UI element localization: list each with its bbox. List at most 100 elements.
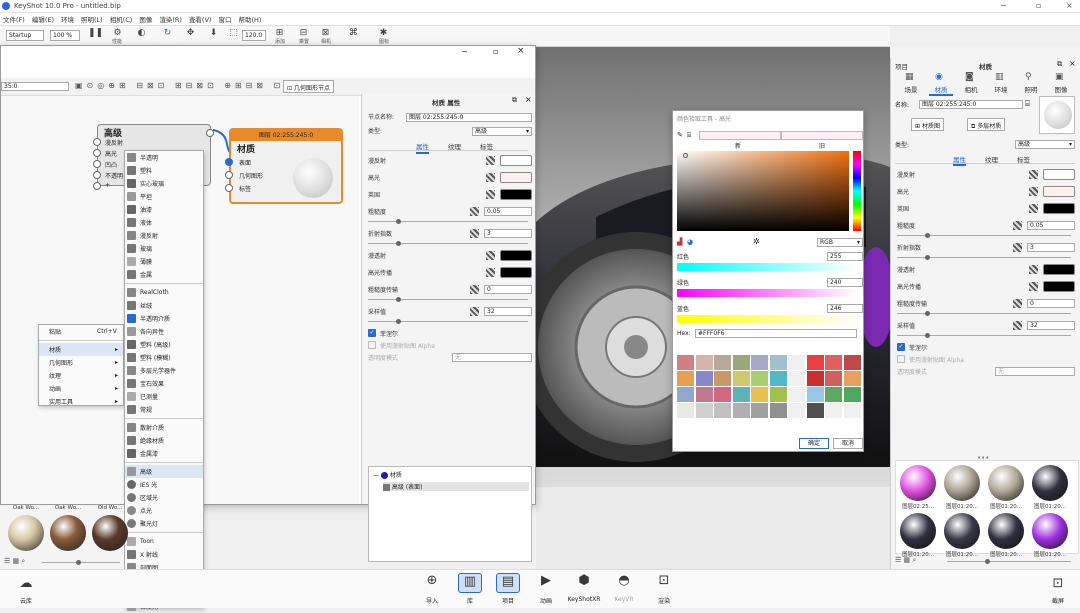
rp-tab-icon[interactable]: ◙ <box>965 72 974 82</box>
refresh-icon[interactable]: ↻ <box>160 28 175 38</box>
submenu-item[interactable]: 油漆 <box>125 203 203 216</box>
advanced-input-port[interactable] <box>93 182 101 190</box>
submenu-item[interactable]: 塑料 (高级) <box>125 338 203 351</box>
graph-search-input[interactable]: 35:0 <box>1 82 69 91</box>
slider-knob[interactable] <box>396 241 401 246</box>
material-thumbnail[interactable] <box>900 513 936 549</box>
menu-item[interactable]: 相机(C) <box>110 14 133 24</box>
thumb-slider[interactable] <box>42 562 120 563</box>
context-menu-item[interactable]: 动画 ▸ <box>39 382 123 395</box>
minimize-icon[interactable]: − <box>461 47 468 56</box>
view-toggle-icons[interactable]: ☰ ▦ ⌕ <box>895 556 916 565</box>
slider-knob[interactable] <box>925 255 930 260</box>
advanced-input-port[interactable] <box>93 160 101 168</box>
color-swatch[interactable] <box>751 371 768 386</box>
value-input[interactable]: 3 <box>484 229 532 238</box>
context-menu-item[interactable]: 实用工具 ▸ <box>39 395 123 408</box>
panel-close-icon[interactable]: × <box>1069 59 1076 68</box>
tree-child[interactable]: 高级 (表面) <box>383 482 529 491</box>
color-swatch[interactable] <box>732 403 750 418</box>
red-input[interactable]: 255 <box>827 252 863 261</box>
color-swatch[interactable] <box>825 403 842 418</box>
maximize-icon[interactable]: ▫ <box>493 47 498 56</box>
bottom-tool-icon[interactable]: ⊡ <box>652 573 676 593</box>
performance-icon[interactable]: ⚙ <box>110 28 125 38</box>
value-input[interactable]: 0.05 <box>484 207 532 216</box>
bottom-tool-icon[interactable]: ◓ <box>612 573 636 593</box>
tab-properties[interactable]: 属性 <box>416 141 429 154</box>
workspace-select[interactable]: Startup <box>6 30 44 41</box>
tool-icon[interactable]: ⌘ <box>346 28 361 38</box>
bottom-tool-icon[interactable]: ▶ <box>534 573 558 593</box>
library-thumbnail[interactable] <box>8 515 44 551</box>
color-swatch[interactable] <box>1043 186 1075 197</box>
palette-icon[interactable]: ▟ <box>677 238 682 246</box>
texture-map-icon[interactable] <box>470 307 479 316</box>
value-input[interactable]: 32 <box>1027 321 1075 330</box>
value-input[interactable]: 32 <box>484 307 532 316</box>
value-slider[interactable] <box>368 321 528 322</box>
texture-map-icon[interactable] <box>470 229 479 238</box>
submenu-item[interactable]: 薄膜 <box>125 255 203 268</box>
color-swatch[interactable] <box>751 403 768 418</box>
color-swatch[interactable] <box>825 371 842 386</box>
color-swatch[interactable] <box>500 267 532 278</box>
rp-tab[interactable]: 图像 <box>1049 84 1073 94</box>
bottom-tool-icon[interactable]: ⬢ <box>572 573 596 593</box>
color-swatch[interactable] <box>500 189 532 200</box>
material-graph-button[interactable]: ⊞ 材质图 <box>911 118 944 131</box>
blue-input[interactable]: 246 <box>827 304 863 313</box>
value-slider[interactable] <box>368 243 528 244</box>
color-swatch[interactable] <box>677 403 694 418</box>
color-swatch[interactable] <box>1043 203 1075 214</box>
value-slider[interactable] <box>897 257 1071 258</box>
color-swatch[interactable] <box>825 387 842 402</box>
submenu-item[interactable]: 绝缘材质 <box>125 434 203 447</box>
color-swatch[interactable] <box>806 387 824 402</box>
zoom-select[interactable]: 100 % <box>50 30 80 41</box>
move-icon[interactable]: ✥ <box>183 28 198 38</box>
color-swatch[interactable] <box>769 387 787 402</box>
material-thumbnail[interactable] <box>944 513 980 549</box>
menu-item[interactable]: 查看(V) <box>189 14 212 24</box>
texture-map-icon[interactable] <box>1029 282 1038 291</box>
texture-map-icon[interactable] <box>486 173 495 182</box>
color-swatch[interactable] <box>751 355 768 370</box>
texture-map-icon[interactable] <box>486 156 495 165</box>
add-icon[interactable]: ⊞ <box>272 28 287 38</box>
save-material-icon[interactable]: ⌸ <box>1025 99 1030 109</box>
submenu-item[interactable]: 塑料 <box>125 164 203 177</box>
color-swatch[interactable] <box>769 371 787 386</box>
submenu-item[interactable]: 宝石效果 <box>125 377 203 390</box>
thumbnail-size-slider[interactable] <box>947 561 1071 562</box>
color-swatch[interactable] <box>714 403 731 418</box>
blue-slider[interactable] <box>677 315 857 323</box>
chart-icon[interactable]: ✱ <box>376 28 391 38</box>
advanced-input-port[interactable] <box>93 149 101 157</box>
slider-knob[interactable] <box>76 560 81 565</box>
texture-map-icon[interactable] <box>1029 187 1038 196</box>
rp-tab[interactable]: 相机 <box>959 84 983 94</box>
color-swatch[interactable] <box>806 403 824 418</box>
texture-map-icon[interactable] <box>486 190 495 199</box>
value-slider[interactable] <box>368 299 528 300</box>
close-icon[interactable]: × <box>517 46 525 56</box>
region-icon[interactable]: ◐ <box>134 28 149 38</box>
submenu-item[interactable]: 金属 <box>125 268 203 281</box>
maximize-icon[interactable]: ▫ <box>1036 1 1041 10</box>
color-swatch[interactable] <box>500 172 532 183</box>
tab-label[interactable]: 标签 <box>1017 154 1030 164</box>
color-swatch[interactable] <box>843 403 861 418</box>
bottom-tool-icon[interactable]: ▤ <box>496 573 520 593</box>
node-name-input[interactable]: 图层 02:255:245:0 <box>406 113 532 122</box>
material-input-port[interactable] <box>225 158 233 166</box>
transparency-select[interactable]: 无 <box>452 353 532 362</box>
type-select[interactable]: 高级 ▾ <box>1015 140 1075 149</box>
material-input-port[interactable] <box>225 184 233 192</box>
download-icon[interactable]: ⬇ <box>206 28 221 38</box>
rp-tab[interactable]: 环境 <box>989 84 1013 94</box>
submenu-item[interactable]: 玻璃 <box>125 242 203 255</box>
view-toggle-icons[interactable]: ☰ ▦ ⌕ <box>4 557 25 566</box>
menu-item[interactable]: 编辑(E) <box>32 14 54 24</box>
context-menu-item[interactable]: 纹理 ▸ <box>39 369 123 382</box>
